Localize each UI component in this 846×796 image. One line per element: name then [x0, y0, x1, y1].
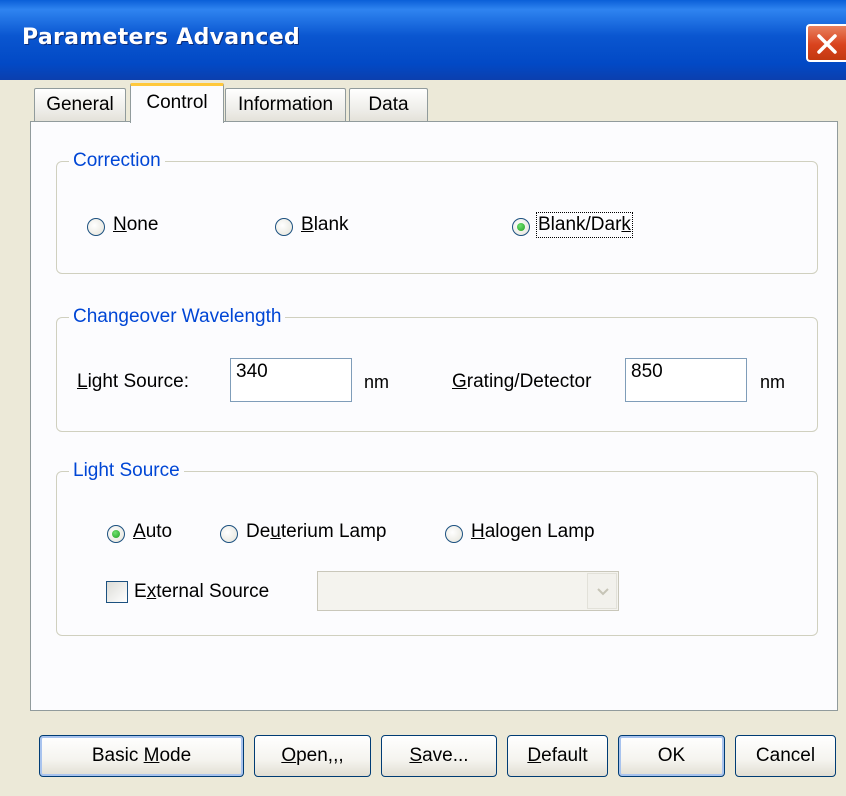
- external-source-combo[interactable]: [317, 571, 619, 611]
- tab-panel-control: Correction None Blank Blank/Dark Changeo…: [30, 121, 838, 711]
- label-rest: lank: [313, 214, 349, 235]
- light-source-unit: nm: [364, 372, 390, 392]
- label-rest: ternal Source: [156, 581, 270, 602]
- correction-group: Correction None Blank Blank/Dark: [56, 150, 818, 274]
- label-rest: ave...: [422, 745, 469, 766]
- save-button[interactable]: Save...: [381, 735, 497, 777]
- radio-blank-label[interactable]: Blank: [301, 214, 349, 236]
- combo-dropdown-button[interactable]: [587, 573, 617, 609]
- label-rest: one: [126, 214, 159, 235]
- mnemonic: M: [143, 745, 160, 766]
- close-button[interactable]: [806, 24, 846, 62]
- external-source-checkbox[interactable]: [106, 581, 128, 603]
- mnemonic: G: [452, 371, 467, 392]
- mnemonic: A: [133, 521, 146, 542]
- label-pre: E: [134, 581, 147, 602]
- radio-none[interactable]: [87, 218, 105, 236]
- close-icon: [817, 34, 837, 54]
- light-source-wavelength-input[interactable]: 340: [230, 358, 352, 402]
- tab-label: Control: [146, 92, 208, 113]
- tab-data[interactable]: Data: [349, 88, 428, 122]
- radio-blank[interactable]: [275, 218, 293, 236]
- mnemonic: H: [471, 521, 485, 542]
- external-source-label[interactable]: External Source: [134, 581, 269, 603]
- grating-detector-unit: nm: [760, 372, 786, 392]
- title-bar[interactable]: Parameters Advanced: [0, 0, 846, 80]
- light-source-legend: Light Source: [69, 460, 184, 482]
- tab-label: General: [46, 94, 114, 115]
- open-button[interactable]: Open,,,: [254, 735, 371, 777]
- mnemonic: O: [281, 745, 297, 766]
- grating-detector-input[interactable]: 850: [625, 358, 747, 402]
- mnemonic: x: [146, 581, 157, 602]
- tab-general[interactable]: General: [34, 88, 126, 122]
- cancel-button[interactable]: Cancel: [735, 735, 836, 777]
- label-rest: rating/Detector: [466, 371, 592, 392]
- label-rest: uto: [145, 521, 173, 542]
- tab-label: Data: [368, 94, 409, 115]
- mnemonic: u: [270, 521, 281, 542]
- radio-deuterium-lamp-label[interactable]: Deuterium Lamp: [246, 521, 386, 543]
- correction-legend: Correction: [69, 150, 165, 172]
- radio-blank-dark-label[interactable]: Blank/Dark: [536, 212, 633, 238]
- default-button[interactable]: Default: [507, 735, 608, 777]
- radio-halogen-lamp[interactable]: [445, 525, 463, 543]
- mnemonic: k: [621, 214, 631, 235]
- basic-mode-button[interactable]: Basic Mode: [39, 735, 244, 777]
- label-rest: terium Lamp: [280, 521, 387, 542]
- light-source-group: Light Source Auto Deuterium Lamp Halogen…: [56, 460, 818, 636]
- mnemonic: D: [527, 745, 542, 766]
- radio-auto-label[interactable]: Auto: [133, 521, 172, 543]
- radio-none-label[interactable]: None: [113, 214, 158, 236]
- changeover-wavelength-group: Changeover Wavelength Light Source: 340 …: [56, 306, 818, 432]
- label-pre: De: [246, 521, 271, 542]
- tab-control[interactable]: Control: [130, 83, 224, 123]
- label-rest: ode: [159, 745, 192, 766]
- label-rest: pen,,,: [296, 745, 344, 766]
- label-rest: ight Source:: [87, 371, 189, 392]
- mnemonic: S: [409, 745, 423, 766]
- tab-information[interactable]: Information: [225, 88, 346, 122]
- label-pre: Blank/Dar: [538, 214, 622, 235]
- label-rest: efault: [541, 745, 588, 766]
- radio-auto[interactable]: [107, 525, 125, 543]
- radio-deuterium-lamp[interactable]: [220, 525, 238, 543]
- dialog-window: Parameters Advanced General Control Info…: [0, 0, 846, 796]
- label-pre: Basic: [91, 745, 144, 766]
- radio-blank-dark[interactable]: [512, 218, 530, 236]
- grating-detector-label: Grating/Detector: [452, 371, 591, 393]
- radio-halogen-lamp-label[interactable]: Halogen Lamp: [471, 521, 595, 543]
- window-title: Parameters Advanced: [22, 25, 300, 50]
- chevron-down-icon: [597, 588, 609, 596]
- label-rest: alogen Lamp: [484, 521, 595, 542]
- mnemonic: B: [301, 214, 314, 235]
- ok-button[interactable]: OK: [618, 735, 725, 777]
- light-source-wavelength-label: Light Source:: [77, 371, 189, 393]
- mnemonic: L: [77, 371, 88, 392]
- mnemonic: N: [113, 214, 127, 235]
- changeover-legend: Changeover Wavelength: [69, 306, 286, 328]
- tab-label: Information: [237, 94, 334, 115]
